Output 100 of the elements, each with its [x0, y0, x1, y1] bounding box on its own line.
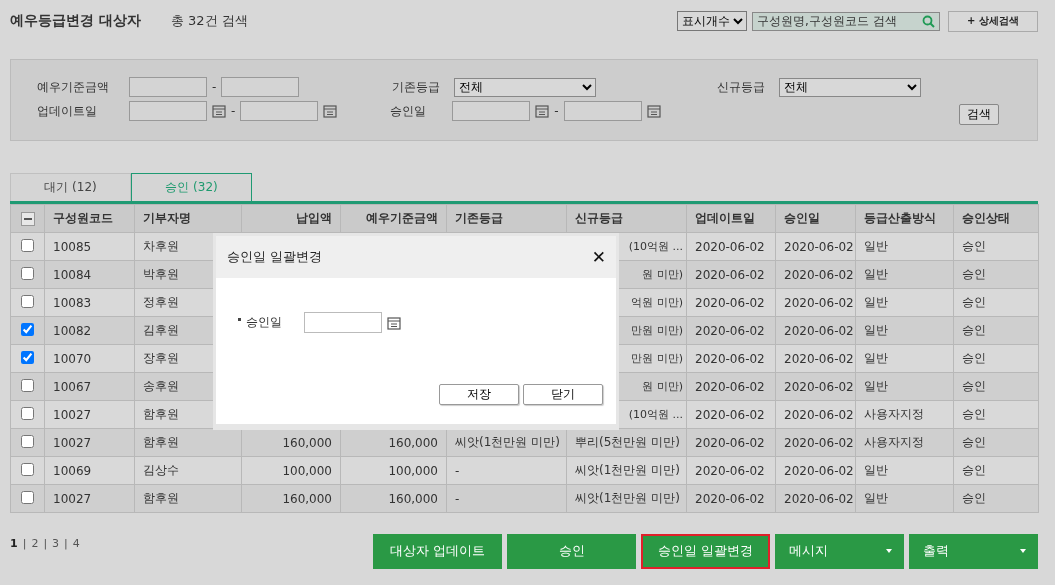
display-count-select[interactable]: 표시개수	[677, 11, 747, 31]
column-header[interactable]: 구성원코드	[44, 204, 135, 233]
row-checkbox[interactable]	[21, 434, 34, 448]
calendar-icon[interactable]	[323, 104, 338, 118]
table-cell: 일반	[855, 372, 954, 401]
caret-icon	[886, 549, 892, 553]
action-button[interactable]: 승인일 일괄변경	[641, 533, 770, 569]
page-title: 예우등급변경 대상자	[10, 12, 141, 30]
table-cell: 2020-06-02	[686, 400, 776, 429]
result-count: 총 32건 검색	[170, 12, 248, 30]
action-button[interactable]: 메시지	[775, 533, 904, 569]
table-cell: 2020-06-02	[686, 456, 776, 485]
column-header[interactable]: 납입액	[241, 204, 341, 233]
date-field[interactable]	[129, 101, 207, 121]
row-checkbox[interactable]	[21, 378, 34, 392]
column-header[interactable]: 예우기준금액	[340, 204, 447, 233]
table-cell: 승인	[953, 288, 1039, 317]
column-header[interactable]: 기부자명	[134, 204, 242, 233]
row-checkbox[interactable]	[21, 406, 34, 420]
table-cell: 승인	[953, 260, 1039, 289]
table-cell: 뿌리(5천만원 미만)	[566, 428, 687, 457]
column-header[interactable]: 승인상태	[953, 204, 1039, 233]
page-link[interactable]: 4	[72, 537, 80, 550]
close-dialog-button[interactable]: 닫기	[523, 384, 603, 405]
table-cell: 2020-06-02	[775, 400, 856, 429]
column-header[interactable]: 등급산출방식	[855, 204, 954, 233]
page-separator: |	[22, 537, 27, 550]
filter-label: 신규등급	[717, 78, 767, 96]
table-cell: 일반	[855, 344, 954, 373]
table-cell: 10027	[44, 484, 135, 513]
calendar-icon[interactable]	[387, 315, 401, 330]
grade-select[interactable]: 전체	[454, 77, 597, 97]
column-header[interactable]: 업데이트일	[686, 204, 776, 233]
row-checkbox[interactable]	[21, 322, 34, 336]
save-button[interactable]: 저장	[439, 384, 519, 405]
column-header[interactable]: 승인일	[775, 204, 856, 233]
table-cell: 2020-06-02	[775, 372, 856, 401]
action-button[interactable]: 출력	[909, 533, 1038, 569]
date-field[interactable]	[240, 101, 319, 121]
column-header[interactable]: 신규등급	[566, 204, 687, 233]
date-field[interactable]	[563, 101, 642, 121]
table-cell: 승인	[953, 456, 1039, 485]
table-cell: 10083	[44, 288, 135, 317]
date-field[interactable]	[304, 312, 382, 333]
tab[interactable]: 대기 (12)	[10, 173, 131, 201]
calendar-icon[interactable]	[646, 104, 661, 118]
table-cell: 2020-06-02	[686, 372, 776, 401]
table-cell: 사용자지정	[855, 400, 954, 429]
table-cell: 160,000	[340, 484, 447, 513]
calendar-icon[interactable]	[535, 104, 550, 118]
range-dash: -	[212, 80, 217, 94]
search-field[interactable]: 구성원명,구성원코드 검색	[752, 11, 940, 31]
table-cell: 승인	[953, 232, 1039, 261]
row-checkbox[interactable]	[21, 238, 34, 252]
action-button[interactable]: 대상자 업데이트	[373, 533, 502, 569]
search-icon[interactable]	[922, 14, 935, 28]
row-checkbox[interactable]	[21, 350, 34, 364]
table-cell: 2020-06-02	[775, 288, 856, 317]
row-checkbox[interactable]	[21, 294, 34, 308]
table-cell: 2020-06-02	[686, 316, 776, 345]
table-cell: 10082	[44, 316, 135, 345]
table-cell: 2020-06-02	[775, 428, 856, 457]
table-cell: 함후원	[134, 484, 242, 513]
table-cell: 2020-06-02	[775, 456, 856, 485]
row-checkbox[interactable]	[21, 490, 34, 504]
range-dash: -	[231, 104, 236, 118]
table-cell: 10069	[44, 456, 135, 485]
page-link[interactable]: 1	[10, 537, 18, 550]
range-dash: -	[554, 104, 559, 118]
table-cell: 2020-06-02	[775, 232, 856, 261]
table-cell: 함후원	[134, 428, 242, 457]
table-cell: 2020-06-02	[686, 288, 776, 317]
table-cell: 일반	[855, 316, 954, 345]
table-cell: 100,000	[340, 456, 447, 485]
input-field[interactable]	[221, 77, 300, 97]
table-cell: 10070	[44, 344, 135, 373]
date-field[interactable]	[452, 101, 531, 121]
table-cell: 2020-06-02	[775, 344, 856, 373]
table-cell: 사용자지정	[855, 428, 954, 457]
calendar-icon[interactable]	[212, 104, 226, 118]
select-all-checkbox[interactable]	[20, 211, 35, 226]
grade-select[interactable]: 전체	[779, 77, 922, 97]
table-cell: 2020-06-02	[686, 428, 776, 457]
input-field[interactable]	[129, 77, 207, 97]
table-cell: 2020-06-02	[686, 232, 776, 261]
page-link[interactable]: 3	[52, 537, 60, 550]
page-separator: |	[43, 537, 48, 550]
table-cell: 승인	[953, 344, 1039, 373]
table-cell: 10085	[44, 232, 135, 261]
table-cell: 2020-06-02	[686, 484, 776, 513]
column-header[interactable]: 기존등급	[446, 204, 567, 233]
search-button[interactable]: 검색	[959, 103, 999, 125]
table-cell: 2020-06-02	[686, 260, 776, 289]
table-cell: -	[446, 456, 567, 485]
table-cell: 160,000	[241, 428, 341, 457]
action-button[interactable]: 승인	[507, 533, 636, 569]
detail-search-button[interactable]: + 상세검색	[948, 10, 1038, 32]
row-checkbox[interactable]	[21, 462, 34, 476]
row-checkbox[interactable]	[21, 266, 34, 280]
page-link[interactable]: 2	[31, 537, 39, 550]
